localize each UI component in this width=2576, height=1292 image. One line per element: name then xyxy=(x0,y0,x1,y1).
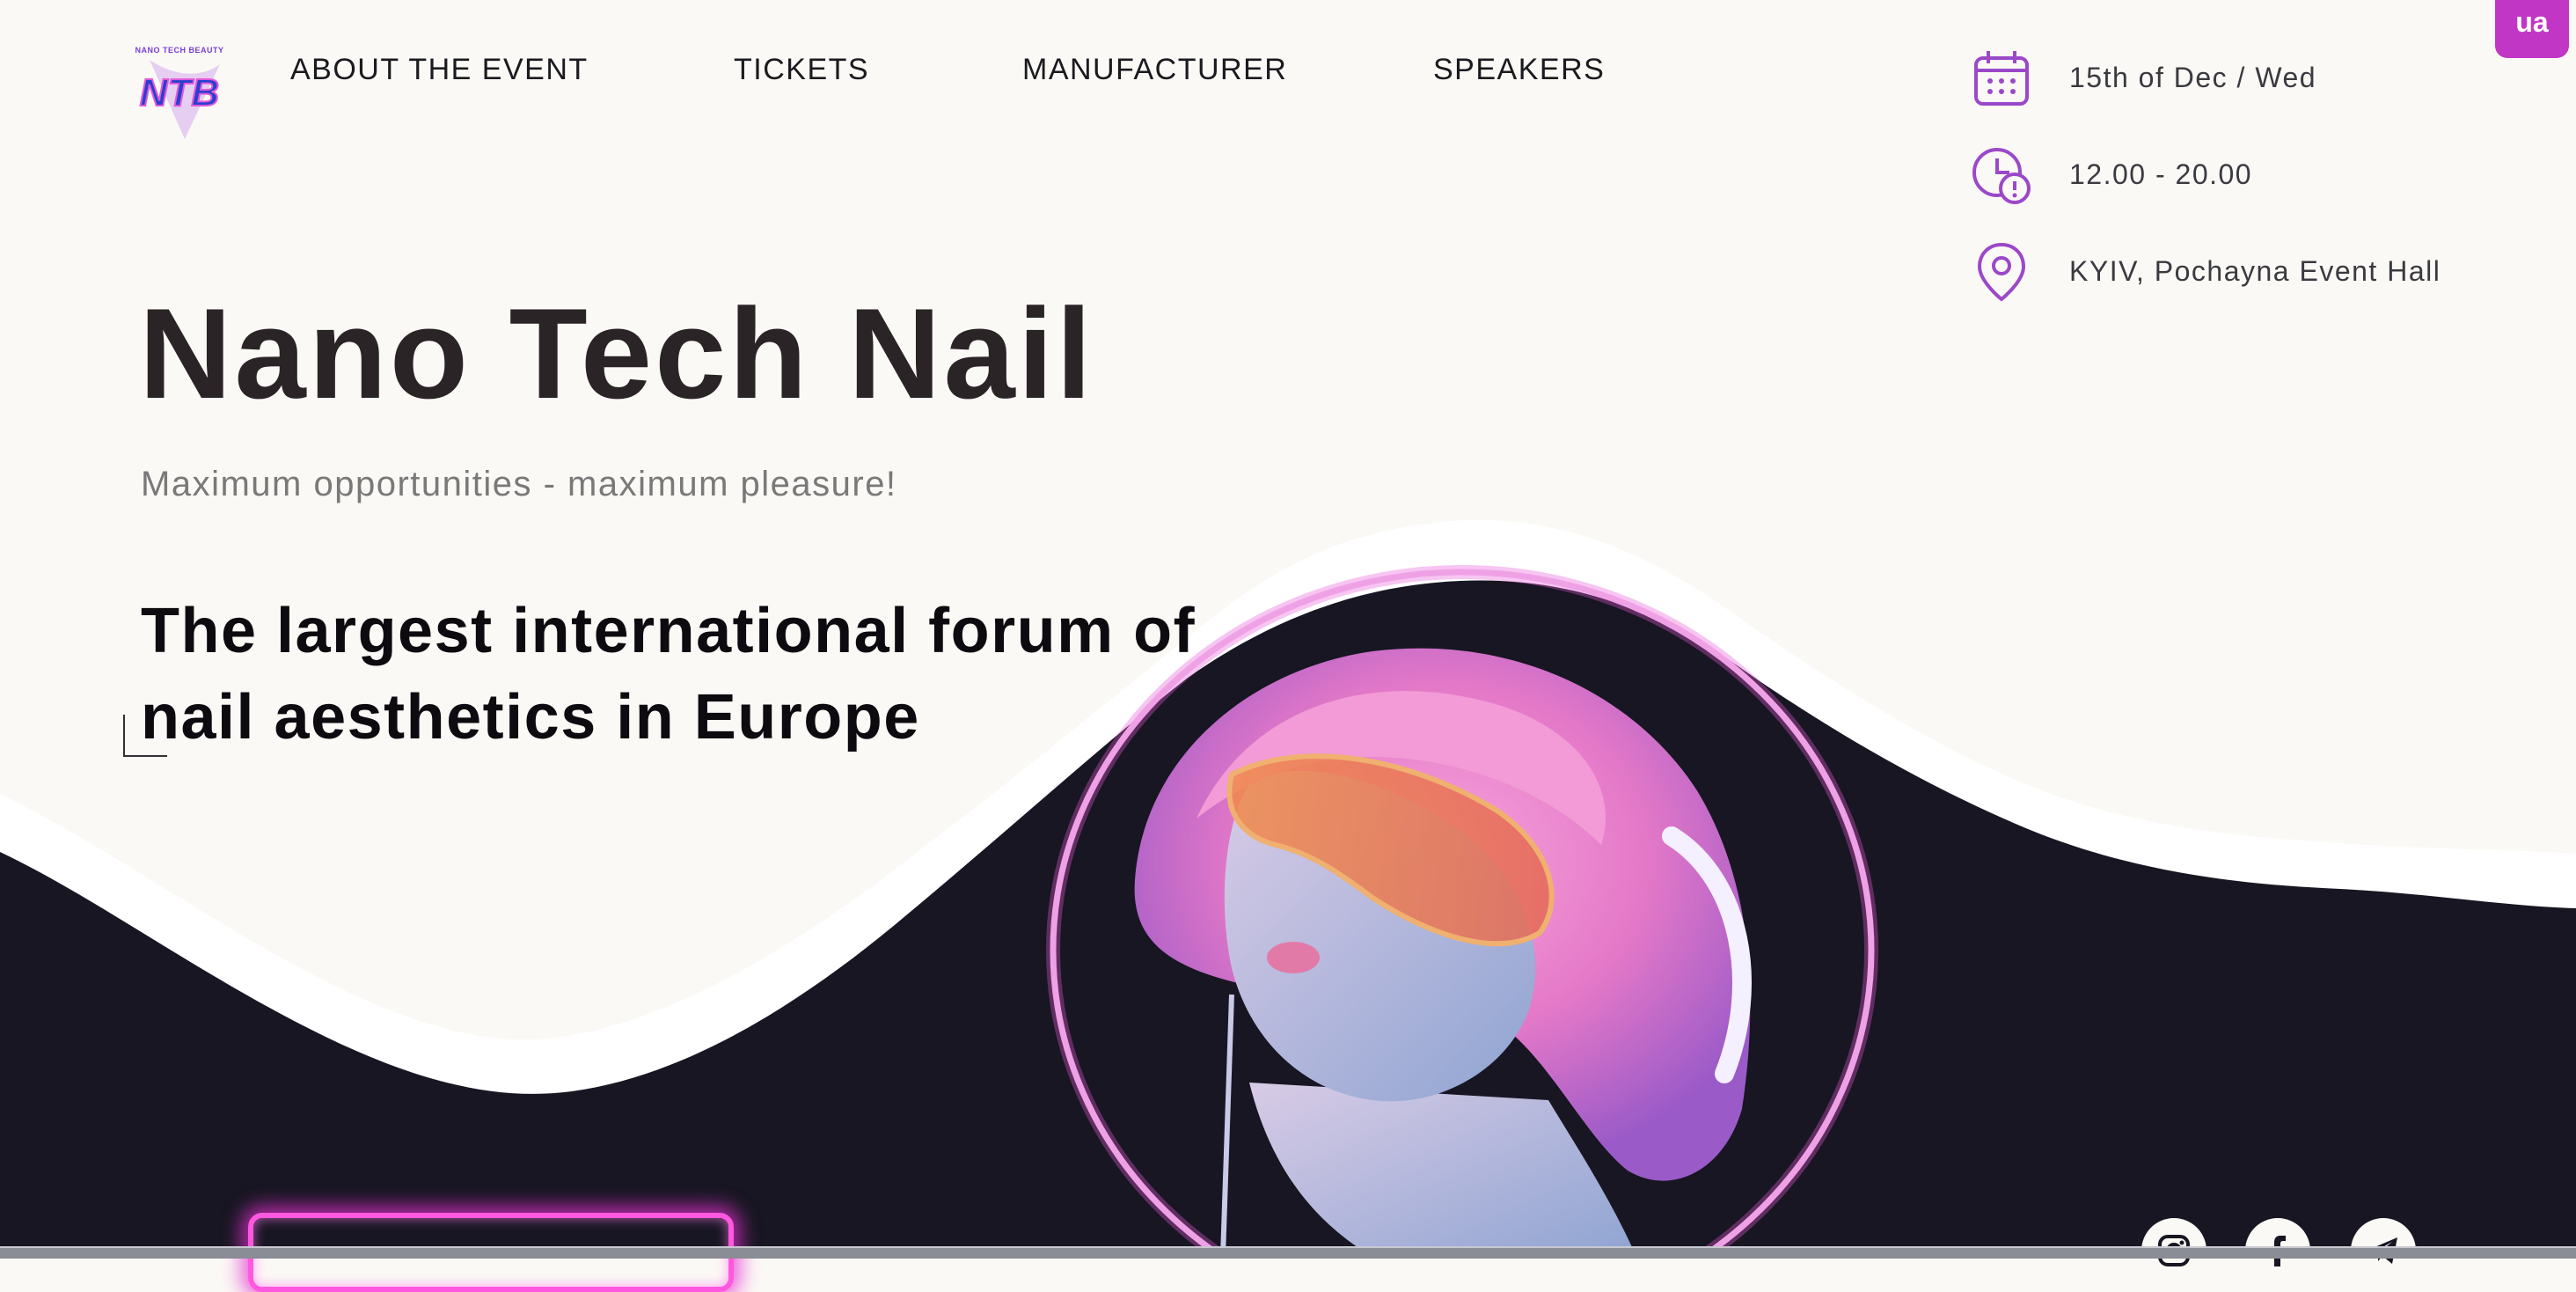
nav-about-the-event[interactable]: ABOUT THE EVENT xyxy=(290,53,589,87)
hero-tagline: The largest international forum of nail … xyxy=(141,596,1197,752)
language-button[interactable]: ua xyxy=(2495,0,2569,58)
calendar-icon xyxy=(1974,51,2029,106)
ntb-logo[interactable]: NANO TECH BEAUTY NTB xyxy=(123,42,236,146)
event-time-text: 12.00 - 20.00 xyxy=(2069,158,2253,190)
svg-text:NTB: NTB xyxy=(140,71,219,114)
event-location-text: KYIV, Pochayna Event Hall xyxy=(2069,255,2441,287)
clock-icon xyxy=(1972,148,2031,204)
nav-tickets[interactable]: TICKETS xyxy=(734,53,869,87)
nav-manufacturer[interactable]: MANUFACTURER xyxy=(1022,53,1287,87)
page-subtitle: Maximum opportunities - maximum pleasure… xyxy=(141,465,897,503)
event-date: 15th of Dec / Wed xyxy=(1971,48,2499,109)
location-pin-icon xyxy=(1977,242,2026,302)
figure-lips xyxy=(1267,942,1320,973)
decorative-corner xyxy=(123,715,167,757)
event-date-text: 15th of Dec / Wed xyxy=(2069,62,2317,93)
event-time: 12.00 - 20.00 xyxy=(1971,144,2499,206)
svg-text:NANO TECH BEAUTY: NANO TECH BEAUTY xyxy=(135,46,223,55)
nav-speakers[interactable]: SPEAKERS xyxy=(1433,53,1605,87)
event-location: KYIV, Pochayna Event Hall xyxy=(1971,241,2499,303)
page-title: Nano Tech Nail xyxy=(139,282,1094,425)
